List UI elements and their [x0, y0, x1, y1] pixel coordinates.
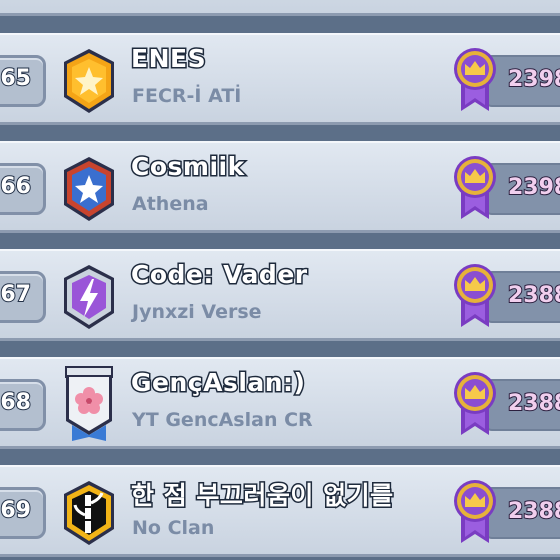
- rank-number: 67: [0, 281, 32, 308]
- purple-lightning-shield-icon: [64, 265, 114, 329]
- trophy-count: 2388: [507, 282, 560, 309]
- trophy-count: 2388: [507, 390, 560, 417]
- player-row[interactable]: 68 GençAslan:) YT GencAslan CR 2388: [0, 357, 560, 449]
- crown-medal-icon: [454, 156, 496, 219]
- rank-number: 65: [0, 65, 32, 92]
- crown-medal-icon: [454, 264, 496, 327]
- player-row[interactable]: 67 Code: Vader Jynxzi Verse 2388: [0, 249, 560, 341]
- player-name[interactable]: ENES: [129, 43, 207, 75]
- rank-box: 65: [0, 55, 46, 107]
- rank-box: 67: [0, 271, 46, 323]
- rank-box: 66: [0, 163, 46, 215]
- player-row[interactable]: 66 Cosmiik Athena 2398: [0, 141, 560, 233]
- cherry-blossom-tower-shield-icon: [65, 366, 113, 441]
- orange-star-shield-icon: [64, 49, 114, 113]
- trophy-count: 2388: [507, 498, 560, 525]
- player-row[interactable]: 69 한 점 부끄러움이 없기를 No Clan 2388: [0, 465, 560, 557]
- crown-medal-icon: [454, 480, 496, 543]
- red-blue-star-shield-icon: [64, 157, 114, 221]
- clan-name[interactable]: Jynxzi Verse: [132, 301, 262, 323]
- player-row-partial[interactable]: 2398: [0, 0, 560, 16]
- player-name[interactable]: GençAslan:): [129, 367, 306, 399]
- rank-number: 69: [0, 497, 32, 524]
- crown-medal-icon: [454, 372, 496, 435]
- clan-name[interactable]: FECR-İ ATİ: [132, 85, 241, 107]
- rank-number: 66: [0, 173, 32, 200]
- bamboo-shield-icon: [64, 481, 114, 545]
- player-name[interactable]: Code: Vader: [130, 259, 309, 291]
- rank-box: 68: [0, 379, 46, 431]
- crown-medal-icon: [454, 48, 496, 111]
- player-name[interactable]: Cosmiik: [130, 151, 246, 183]
- rank-number: 68: [0, 389, 32, 416]
- trophy-count: 2398: [507, 66, 560, 93]
- clan-name[interactable]: YT GencAslan CR: [132, 409, 313, 431]
- clan-name[interactable]: Athena: [132, 193, 209, 215]
- clan-name[interactable]: No Clan: [132, 517, 214, 539]
- player-row[interactable]: 65 ENES FECR-İ ATİ 2398: [0, 33, 560, 125]
- trophy-count: 2398: [507, 174, 560, 201]
- rank-box: 69: [0, 487, 46, 539]
- player-name[interactable]: 한 점 부끄러움이 없기를: [130, 476, 395, 512]
